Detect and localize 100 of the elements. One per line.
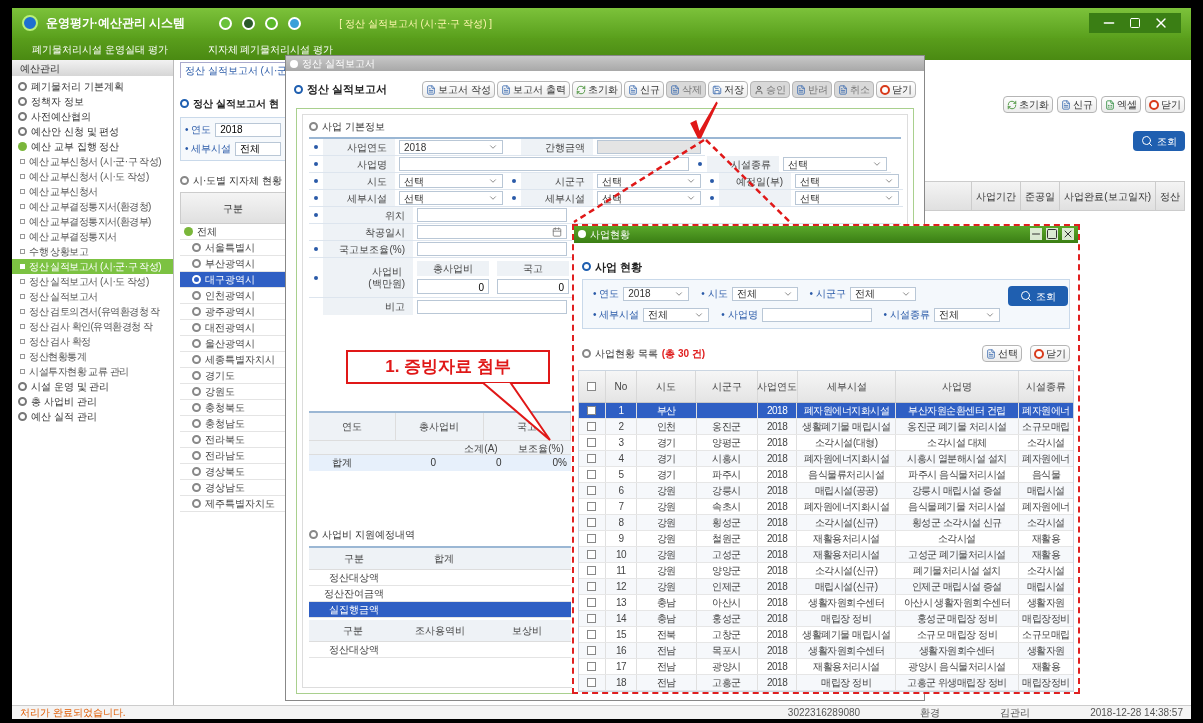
checkbox[interactable] — [587, 566, 597, 575]
table-row[interactable]: 17 전남 광양시 2018 재활용처리시설 광양시 음식물처리시설 재활용 — [579, 659, 1073, 675]
menu-group[interactable]: 정책자 정보 — [18, 94, 173, 109]
lookup-field[interactable] — [399, 157, 689, 171]
table-row[interactable]: 18 전남 고흥군 2018 매립장 정비 고흥군 위생매립장 정비 매립장정비 — [579, 675, 1073, 691]
menu-group[interactable]: 총 사업비 관리 — [18, 394, 173, 409]
table-row[interactable]: 3 경기 양평군 2018 소각시설(대형) 소각시설 대체 소각시설 — [579, 435, 1073, 451]
table-row[interactable]: 2 인천 옹진군 2018 생활폐기물 매립시설 옹진군 폐기물 처리시설 소규모매립 — [579, 419, 1073, 435]
menu-group[interactable]: 폐기물처리 기본계획 — [18, 79, 173, 94]
menu-item[interactable]: 수행 상황보고 — [12, 244, 173, 259]
checkbox[interactable] — [587, 598, 597, 607]
filter-field[interactable]: 2018 — [215, 122, 281, 137]
text-field[interactable] — [761, 307, 872, 322]
tab[interactable]: 정산 실적보고서 (시·군 — [180, 62, 286, 78]
menu-item[interactable]: 정산현황통계 — [12, 349, 173, 364]
checkbox[interactable] — [587, 630, 597, 639]
menu-group[interactable]: 예산안 신청 및 편성 — [18, 124, 173, 139]
select-field[interactable]: 선택 — [795, 191, 899, 205]
toolbar-button[interactable]: 보고서 작성 — [422, 81, 496, 98]
checkbox[interactable] — [587, 582, 597, 591]
select-field[interactable]: 전체 — [933, 307, 1000, 322]
table-row[interactable]: 5 경기 파주시 2018 음식물류처리시설 파주시 음식물처리시설 음식물 — [579, 467, 1073, 483]
toolbar-button[interactable]: 닫기 — [1145, 96, 1185, 113]
select-field[interactable]: 선택 — [597, 174, 701, 188]
region-row[interactable]: 대구광역시 — [180, 272, 286, 288]
spin-field[interactable]: 2018 — [399, 140, 503, 154]
menu-item[interactable]: 지자체 폐기물처리시설 평가 — [207, 41, 334, 57]
search-button[interactable]: 조회 — [1133, 131, 1185, 151]
checkbox[interactable] — [587, 614, 597, 623]
toolbar-button[interactable]: 닫기 — [876, 81, 916, 98]
text-field[interactable] — [417, 242, 567, 256]
menu-group[interactable]: 사전예산협의 — [18, 109, 173, 124]
checkbox[interactable] — [587, 382, 597, 391]
select-field[interactable]: 전체 — [849, 286, 916, 301]
toolbar-button[interactable]: 보고서 출력 — [497, 81, 570, 98]
table-row[interactable]: 정산대상액 — [309, 570, 571, 586]
checkbox[interactable] — [587, 502, 597, 511]
menu-item[interactable]: 예산 교부결정통지서(환경부) — [12, 214, 173, 229]
checkbox[interactable] — [587, 534, 597, 543]
select-field[interactable]: 선택 — [783, 157, 887, 171]
amount-field[interactable]: 0 — [417, 279, 489, 294]
checkbox[interactable] — [587, 518, 597, 527]
table-row[interactable]: 9 강원 철원군 2018 재활용처리시설 소각시설 재활용 — [579, 531, 1073, 547]
checkbox[interactable] — [587, 438, 597, 447]
toolbar-button[interactable]: 엑셀 — [1101, 96, 1141, 113]
table-row[interactable]: 4 경기 시흥시 2018 폐자원에너지화시설 시흥시 열분해시설 설치 폐자원에너 — [579, 451, 1073, 467]
checkbox[interactable] — [587, 406, 597, 415]
select-field[interactable]: 전체 — [731, 286, 798, 301]
close-icon[interactable] — [1062, 228, 1074, 241]
menu-item[interactable]: 정산 실적보고서 (시·도 작성) — [12, 274, 173, 289]
toolbar-button[interactable]: 초기화 — [1003, 96, 1053, 113]
table-row[interactable]: 실집행금액 — [309, 602, 571, 618]
menu-item[interactable]: 예산 교부신청서 (시·군·구 작성) — [12, 154, 173, 169]
table-row[interactable]: 14 충남 홍성군 2018 매립장 정비 홍성군 매립장 정비 매립장정비 — [579, 611, 1073, 627]
toolbar-button[interactable]: 초기화 — [572, 81, 622, 98]
menu-item[interactable]: 정산 실적보고서 — [12, 289, 173, 304]
toolbar-button[interactable]: 신규 — [1057, 96, 1097, 113]
spin-field[interactable]: 2018 — [623, 286, 690, 301]
text-field[interactable] — [417, 208, 567, 222]
checkbox[interactable] — [587, 678, 597, 687]
filter-field[interactable]: 전체 — [235, 141, 281, 156]
minimize-icon[interactable] — [1030, 228, 1042, 241]
table-row[interactable]: 12 강원 인제군 2018 매립시설(신규) 인제군 매립시설 증설 매립시설 — [579, 579, 1073, 595]
table-row[interactable]: 16 전남 목포시 2018 생활자원회수센터 생활자원회수센터 생활자원 — [579, 643, 1073, 659]
text-field[interactable] — [417, 299, 567, 314]
menu-group[interactable]: 예산 교부 집행 정산 — [18, 139, 173, 154]
table-row[interactable]: 10 강원 고성군 2018 재활용처리시설 고성군 폐기물처리시설 재활용 — [579, 547, 1073, 563]
toolbar-button[interactable]: 선택 — [982, 345, 1022, 362]
table-row[interactable]: 15 전북 고창군 2018 생활폐기물 매립시설 소규모 매립장 정비 소규모매립 — [579, 627, 1073, 643]
checkbox[interactable] — [587, 454, 597, 463]
table-row[interactable]: 7 강원 속초시 2018 폐자원에너지화시설 음식물폐기물 처리시설 폐자원에너 — [579, 499, 1073, 515]
checkbox[interactable] — [587, 646, 597, 655]
menu-item[interactable]: 예산 교부신청서 (시·도 작성) — [12, 169, 173, 184]
menu-item[interactable]: 예산 교부신청서 — [12, 184, 173, 199]
checkbox[interactable] — [587, 422, 597, 431]
toolbar-button[interactable]: 닫기 — [1030, 345, 1070, 362]
select-field[interactable]: 선택 — [399, 191, 503, 205]
table-row[interactable]: 11 강원 양양군 2018 소각시설(신규) 폐기물처리시설 설치 소각시설 — [579, 563, 1073, 579]
amount-field[interactable]: 0 — [497, 279, 569, 294]
search-button[interactable]: 조회 — [1007, 286, 1068, 306]
menu-group[interactable]: 시설 운영 및 관리 — [18, 379, 173, 394]
checkbox[interactable] — [587, 470, 597, 479]
table-row[interactable]: 1 부산 2018 폐자원에너지화시설 부산자원순환센터 건립 폐자원에너 — [579, 403, 1073, 419]
menu-group[interactable]: 예산 실적 관리 — [18, 409, 173, 424]
checkbox[interactable] — [587, 486, 597, 495]
menu-item[interactable]: 정산 검사 확인(유역환경청 작 — [12, 319, 173, 334]
select-field[interactable]: 전체 — [643, 307, 710, 322]
table-row[interactable]: 6 강원 강릉시 2018 매립시설(공공) 강릉시 매립시설 증설 매립시설 — [579, 483, 1073, 499]
date-field[interactable] — [417, 225, 567, 239]
table-row[interactable]: 8 강원 횡성군 2018 소각시설(신규) 횡성군 소각시설 신규 소각시설 — [579, 515, 1073, 531]
menu-item[interactable]: 정산 검토의견서(유역환경청 작 — [12, 304, 173, 319]
menu-item[interactable]: 예산 교부결정통지서 — [12, 229, 173, 244]
menu-item[interactable]: 정산 검사 확정 — [12, 334, 173, 349]
maximize-icon[interactable] — [1046, 228, 1058, 241]
table-row[interactable]: 13 충남 아산시 2018 생활자원회수센터 아산시 생활자원회수센터 생활자원 — [579, 595, 1073, 611]
menu-item[interactable]: 시설투자현황 교류 관리 — [12, 364, 173, 379]
select-field[interactable]: 선택 — [399, 174, 503, 188]
menu-item[interactable]: 예산 교부결정통지서(환경청) — [12, 199, 173, 214]
toolbar-button[interactable]: 신규 — [624, 81, 664, 98]
toolbar-button[interactable]: 저장 — [708, 81, 748, 98]
